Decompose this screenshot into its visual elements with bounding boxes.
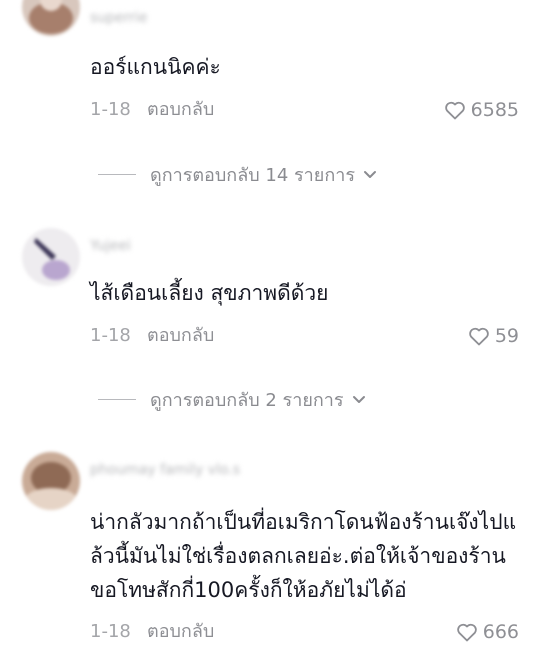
comment-text: ไส้เดือนเลี้ยง สุขภาพดีด้วย (90, 281, 329, 305)
avatar[interactable] (22, 228, 80, 286)
comment-username[interactable]: Yujeei (90, 238, 131, 254)
avatar[interactable] (22, 0, 80, 36)
like-button[interactable]: 666 (455, 618, 519, 646)
comment-username[interactable]: phoumay family vlo.s (90, 462, 240, 478)
chevron-down-icon (364, 171, 376, 178)
view-replies-label: ดูการตอบกลับ 2 รายการ (150, 389, 344, 411)
reply-button[interactable]: ตอบกลับ (147, 96, 214, 124)
like-count: 6585 (470, 99, 519, 121)
reply-button[interactable]: ตอบกลับ (147, 618, 214, 646)
comment-meta: 1-18 ตอบกลับ 6585 (90, 96, 519, 124)
heart-outline-icon (456, 623, 477, 642)
like-button[interactable]: 59 (467, 322, 519, 350)
comment-meta: 1-18 ตอบกลับ 666 (90, 618, 519, 646)
comment-meta: 1-18 ตอบกลับ 59 (90, 322, 519, 350)
like-count: 59 (494, 325, 519, 347)
reply-button[interactable]: ตอบกลับ (147, 322, 214, 350)
divider-line (98, 173, 136, 175)
view-replies-label: ดูการตอบกลับ 14 รายการ (150, 164, 355, 186)
comment-text: น่ากลัวมากถ้าเป็นที่อเมริกาโดนฟ้องร้านเจ… (90, 510, 517, 602)
heart-outline-icon (444, 101, 465, 120)
chevron-down-icon (352, 396, 365, 403)
like-button[interactable]: 6585 (443, 96, 519, 124)
divider-line (98, 398, 136, 400)
comment-username[interactable]: superrie (90, 10, 147, 26)
like-count: 666 (482, 621, 519, 643)
comment-text: ออร์แกนนิคค่ะ (90, 55, 221, 79)
heart-outline-icon (469, 327, 489, 346)
comment-date: 1-18 (90, 99, 131, 120)
avatar[interactable] (22, 452, 80, 510)
comment-date: 1-18 (90, 325, 131, 346)
view-replies-button[interactable]: ดูการตอบกลับ 2 รายการ (98, 385, 368, 413)
view-replies-button[interactable]: ดูการตอบกลับ 14 รายการ (98, 160, 379, 188)
comment-date: 1-18 (90, 621, 131, 642)
